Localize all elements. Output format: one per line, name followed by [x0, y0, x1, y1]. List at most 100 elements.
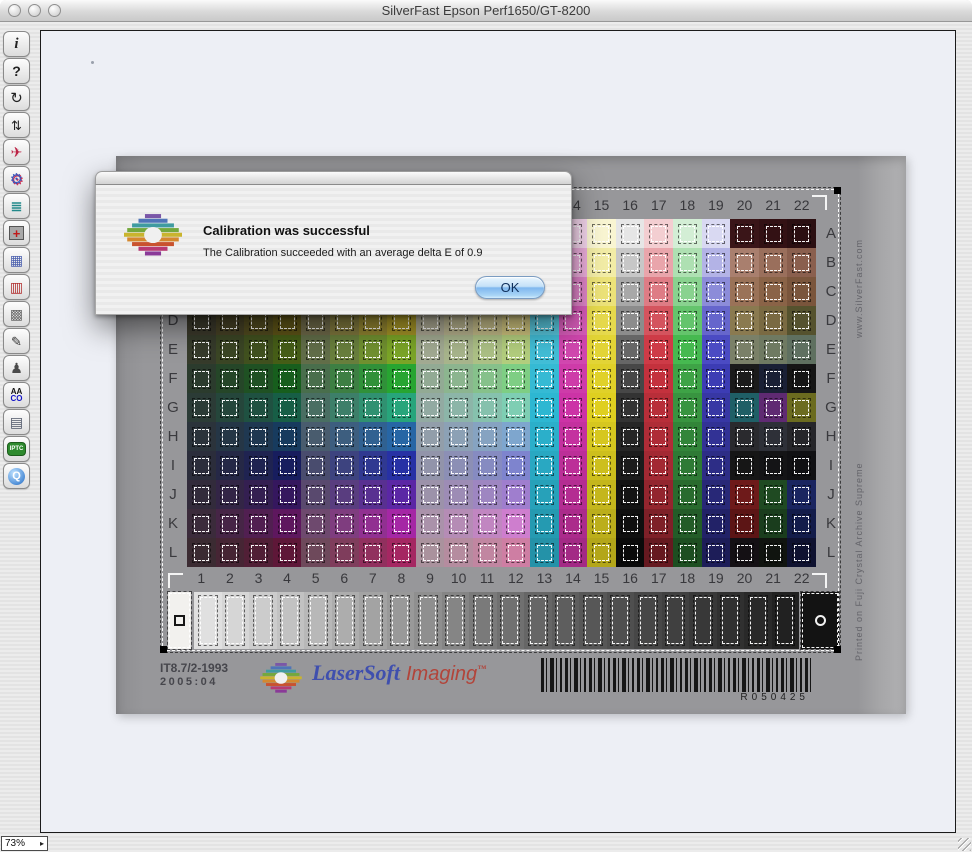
prescan-icon: ✈ — [11, 145, 23, 159]
color-patch-I1 — [187, 451, 216, 480]
color-patch-F10 — [444, 364, 473, 393]
color-patch-L7 — [359, 538, 388, 567]
color-patch-G10 — [444, 393, 473, 422]
row-letter: K — [821, 509, 841, 538]
help-icon: ? — [12, 64, 21, 78]
color-patch-G5 — [301, 393, 330, 422]
color-patch-L2 — [216, 538, 245, 567]
column-number: 12 — [502, 567, 531, 589]
color-patch-K6 — [330, 509, 359, 538]
color-patch-H6 — [330, 422, 359, 451]
color-patch-C21 — [759, 277, 788, 306]
color-patch-J2 — [216, 480, 245, 509]
color-patch-J7 — [359, 480, 388, 509]
color-patch-E9 — [416, 335, 445, 364]
row-letter: J — [163, 480, 183, 509]
minimize-button[interactable] — [28, 4, 41, 17]
color-patch-E8 — [387, 335, 416, 364]
gray-step-12 — [497, 592, 525, 649]
zoom-level-value: 73% — [5, 838, 25, 849]
info-button[interactable]: i — [3, 31, 30, 57]
color-patch-I5 — [301, 451, 330, 480]
flip-mirror-button[interactable]: ⇅ — [3, 112, 30, 138]
column-number: 22 — [787, 567, 816, 589]
color-patch-B16 — [616, 248, 645, 277]
image-type-icon: ≣ — [11, 199, 23, 213]
color-patch-C17 — [644, 277, 673, 306]
stamp-button[interactable]: ♟ — [3, 355, 30, 381]
row-letter: G — [821, 393, 841, 422]
color-patch-F14 — [559, 364, 588, 393]
dmin-patch — [168, 592, 191, 649]
column-number: 18 — [673, 194, 702, 216]
color-patch-C15 — [587, 277, 616, 306]
add-frame-button[interactable]: + — [3, 220, 30, 246]
color-patch-D18 — [673, 306, 702, 335]
color-patch-K10 — [444, 509, 473, 538]
window-resize-grip[interactable] — [958, 838, 971, 851]
color-patch-I17 — [644, 451, 673, 480]
scan-settings-button[interactable]: ⚙ — [3, 166, 30, 192]
color-patch-L16 — [616, 538, 645, 567]
brand-suffix: Imaging — [406, 663, 477, 685]
dialog-title-bar[interactable] — [95, 171, 572, 185]
calibration-result-dialog: Calibration was successful The Calibrati… — [95, 171, 572, 315]
row-letters-right: ABCDEFGHIJKL — [821, 219, 841, 567]
scan-preview-area[interactable]: 12345678910111213141516171819202122 1234… — [40, 30, 956, 833]
quicktime-button[interactable]: Q — [3, 463, 30, 489]
gray-step-4 — [277, 592, 305, 649]
color-patch-G15 — [587, 393, 616, 422]
color-patch-C20 — [730, 277, 759, 306]
thumbnails-button[interactable]: ▩ — [3, 301, 30, 327]
color-patch-L19 — [702, 538, 731, 567]
gray-step-18 — [662, 592, 690, 649]
color-patch-G20 — [730, 393, 759, 422]
color-patch-I14 — [559, 451, 588, 480]
selection-handle[interactable] — [834, 187, 841, 194]
color-patch-F17 — [644, 364, 673, 393]
image-type-button[interactable]: ≣ — [3, 193, 30, 219]
color-patch-H16 — [616, 422, 645, 451]
frame-sets-button[interactable]: ▦ — [3, 247, 30, 273]
iptc-button[interactable]: IPTC — [3, 436, 30, 462]
barcode — [541, 658, 813, 692]
zoom-button[interactable] — [48, 4, 61, 17]
rotate-button[interactable]: ↻ — [3, 85, 30, 111]
selection-handle[interactable] — [160, 646, 167, 653]
color-patch-D21 — [759, 306, 788, 335]
color-patch-E2 — [216, 335, 245, 364]
color-patch-G9 — [416, 393, 445, 422]
densitometer-button[interactable]: ✎ — [3, 328, 30, 354]
delete-frame-button[interactable]: ▥ — [3, 274, 30, 300]
ok-button[interactable]: OK — [475, 276, 545, 299]
title-bar[interactable]: SilverFast Epson Perf1650/GT-8200 — [0, 0, 972, 22]
gray-step-19 — [689, 592, 717, 649]
color-patch-K5 — [301, 509, 330, 538]
close-button[interactable] — [8, 4, 21, 17]
color-patch-J4 — [273, 480, 302, 509]
color-patch-I12 — [502, 451, 531, 480]
print-button[interactable]: ▤ — [3, 409, 30, 435]
color-patch-I15 — [587, 451, 616, 480]
frame-sets-icon: ▦ — [10, 253, 23, 267]
column-number: 15 — [587, 194, 616, 216]
color-patch-H19 — [702, 422, 731, 451]
color-patch-A15 — [587, 219, 616, 248]
help-button[interactable]: ? — [3, 58, 30, 84]
it8-date-label: 2005:04 — [160, 675, 228, 689]
row-letter: H — [163, 422, 183, 451]
prescan-button[interactable]: ✈ — [3, 139, 30, 165]
color-patch-G3 — [244, 393, 273, 422]
add-frame-icon: + — [9, 226, 24, 240]
gray-step-17 — [634, 592, 662, 649]
text-overlay-button[interactable]: AACO — [3, 382, 30, 408]
color-patch-F11 — [473, 364, 502, 393]
zoom-level-control[interactable]: 73% ▸ — [1, 836, 48, 851]
color-patch-C18 — [673, 277, 702, 306]
color-patch-E20 — [730, 335, 759, 364]
row-letter: L — [163, 538, 183, 567]
stamp-icon: ♟ — [10, 361, 23, 375]
column-number: 8 — [387, 567, 416, 589]
info-icon: i — [14, 37, 18, 52]
it8-standard-label: IT8.7/2-1993 — [160, 661, 228, 675]
